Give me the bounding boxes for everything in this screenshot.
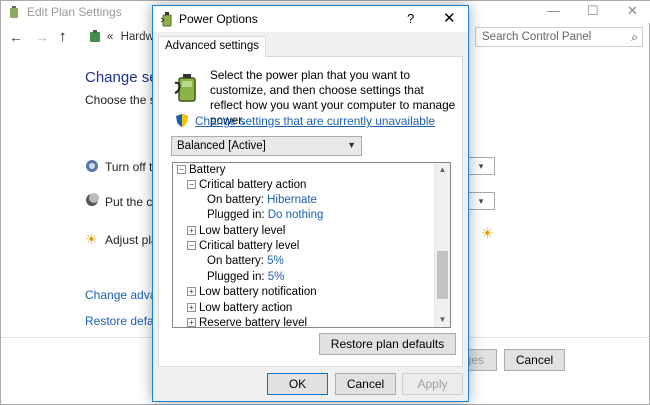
battery-icon bbox=[174, 74, 196, 102]
display-off-select[interactable]: ▾ bbox=[467, 157, 495, 175]
back-arrow-icon[interactable]: ← bbox=[9, 29, 23, 45]
control-panel-icon bbox=[90, 30, 100, 42]
search-icon[interactable]: ⌕ bbox=[631, 30, 638, 45]
tree-item-low-level[interactable]: + Low battery level bbox=[187, 224, 285, 239]
expand-icon[interactable]: + bbox=[187, 287, 196, 297]
power-options-dialog: Power Options ? ✕ Advanced settings Sele… bbox=[152, 5, 469, 402]
brightness-icon: ☀ bbox=[85, 231, 98, 247]
scroll-thumb[interactable] bbox=[437, 251, 448, 299]
restore-plan-defaults-button[interactable]: Restore plan defaults bbox=[319, 333, 456, 355]
dialog-close-button[interactable]: ✕ bbox=[443, 9, 456, 27]
tree-item-critical-action-plugged[interactable]: Plugged in: Do nothing bbox=[207, 208, 323, 223]
settings-tree[interactable]: − Battery − Critical battery action On bat… bbox=[172, 162, 451, 328]
minimize-button[interactable]: — bbox=[547, 3, 560, 18]
collapse-icon[interactable]: − bbox=[187, 180, 196, 190]
tree-item-critical-level[interactable]: − Critical battery level bbox=[187, 239, 299, 254]
ok-button[interactable]: OK bbox=[267, 373, 328, 395]
scroll-down-icon[interactable]: ▼ bbox=[435, 313, 450, 327]
maximize-button[interactable]: ☐ bbox=[587, 3, 599, 19]
change-unavailable-settings-link[interactable]: Change settings that are currently unava… bbox=[195, 114, 435, 128]
tree-scrollbar[interactable]: ▲ ▼ bbox=[434, 163, 450, 327]
forward-arrow-icon[interactable]: → bbox=[35, 29, 49, 45]
uac-shield-icon bbox=[176, 114, 188, 127]
search-placeholder: Search Control Panel bbox=[482, 31, 592, 43]
search-input[interactable]: Search Control Panel ⌕ bbox=[475, 27, 643, 47]
brightness-high-icon: ☀ bbox=[481, 225, 494, 241]
sleep-select[interactable]: ▾ bbox=[467, 192, 495, 210]
power-plan-select[interactable]: Balanced [Active] ▼ bbox=[171, 136, 362, 156]
moon-icon bbox=[86, 193, 99, 206]
tree-item-critical-action-battery[interactable]: On battery: Hibernate bbox=[207, 193, 317, 208]
close-button[interactable]: ✕ bbox=[627, 3, 638, 19]
cancel-button[interactable]: Cancel bbox=[335, 373, 396, 395]
battery-plug-icon bbox=[160, 12, 172, 27]
apply-button[interactable]: Apply bbox=[402, 373, 463, 395]
tree-item-low-action[interactable]: + Low battery action bbox=[187, 301, 292, 316]
monitor-icon bbox=[86, 160, 98, 172]
plan-select-value: Balanced [Active] bbox=[177, 140, 266, 152]
bg-cancel-button[interactable]: Cancel bbox=[504, 349, 565, 371]
tab-advanced-settings[interactable]: Advanced settings bbox=[158, 36, 266, 57]
expand-icon[interactable]: + bbox=[187, 226, 196, 236]
dialog-titlebar: Power Options ? ✕ bbox=[153, 6, 468, 32]
advanced-settings-panel: Select the power plan that you want to c… bbox=[158, 56, 463, 367]
collapse-icon[interactable]: − bbox=[187, 241, 196, 251]
collapse-icon[interactable]: − bbox=[177, 165, 186, 175]
tree-item-battery[interactable]: − Battery bbox=[177, 163, 225, 178]
power-options-icon bbox=[10, 6, 18, 18]
bg-window-title: Edit Plan Settings bbox=[27, 5, 122, 19]
up-arrow-icon[interactable]: ↑ bbox=[59, 28, 67, 45]
expand-icon[interactable]: + bbox=[187, 303, 196, 313]
tree-value[interactable]: Hibernate bbox=[267, 194, 317, 206]
scroll-up-icon[interactable]: ▲ bbox=[435, 163, 450, 177]
help-button[interactable]: ? bbox=[407, 11, 414, 26]
tree-item-reserve-level[interactable]: + Reserve battery level bbox=[187, 316, 307, 327]
breadcrumb-chevrons: « bbox=[107, 31, 114, 43]
tree-item-critical-level-plugged[interactable]: Plugged in: 5% bbox=[207, 270, 284, 285]
dialog-title: Power Options bbox=[179, 12, 258, 26]
tree-value[interactable]: 5% bbox=[267, 255, 284, 267]
tree-value[interactable]: Do nothing bbox=[268, 209, 324, 221]
expand-icon[interactable]: + bbox=[187, 318, 196, 327]
tree-value[interactable]: 5% bbox=[268, 271, 285, 283]
chevron-down-icon: ▼ bbox=[347, 140, 356, 150]
tree-item-low-notification[interactable]: + Low battery notification bbox=[187, 285, 317, 300]
tree-item-critical-level-battery[interactable]: On battery: 5% bbox=[207, 254, 284, 269]
tree-item-critical-action[interactable]: − Critical battery action bbox=[187, 178, 306, 193]
